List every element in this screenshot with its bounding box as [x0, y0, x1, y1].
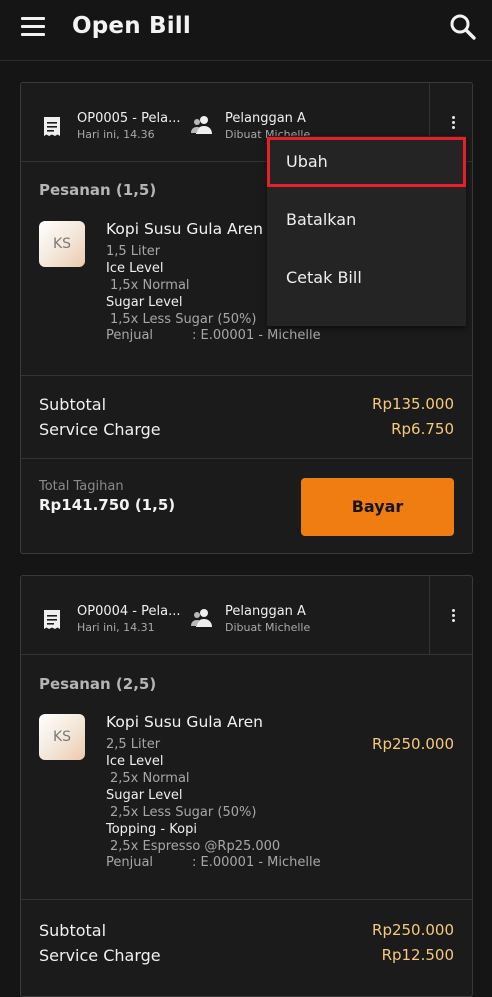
service-charge-value: Rp12.500: [381, 946, 454, 964]
sugar-level-label: Sugar Level: [106, 788, 183, 803]
people-icon: [191, 609, 212, 627]
item-name: Kopi Susu Gula Aren: [106, 713, 263, 731]
search-icon[interactable]: [449, 13, 477, 41]
order-time: Hari ini, 14.36: [77, 128, 155, 141]
ice-level-label: Ice Level: [106, 261, 164, 276]
service-charge-value: Rp6.750: [391, 420, 454, 438]
ice-level-label: Ice Level: [106, 754, 164, 769]
created-by: Dibuat Michelle: [225, 621, 311, 634]
subtotal-label: Subtotal: [39, 921, 107, 940]
order-section-label: Pesanan (2,5): [39, 675, 157, 693]
ice-level-value: 1,5x Normal: [110, 278, 190, 293]
sugar-level-value: 1,5x Less Sugar (50%): [110, 312, 257, 327]
topping-label: Topping - Kopi: [106, 822, 197, 837]
subtotal-value: Rp135.000: [372, 395, 454, 413]
sugar-level-label: Sugar Level: [106, 295, 183, 310]
receipt-icon: [44, 610, 60, 629]
seller-label: Penjual: [106, 855, 154, 870]
bill-card: OP0004 - Pela... Hari ini, 14.31 Pelangg…: [20, 575, 473, 997]
seller-value: : E.00001 - Michelle: [192, 328, 321, 343]
subtotal-value: Rp250.000: [372, 921, 454, 939]
highlight-box: [267, 137, 466, 187]
topping-value: 2,5x Espresso @Rp25.000: [110, 839, 281, 854]
order-section-label: Pesanan (1,5): [39, 181, 157, 199]
divider: [21, 899, 472, 900]
more-options-button[interactable]: [429, 576, 473, 654]
order-number: OP0004 - Pela...: [77, 604, 181, 619]
pay-button[interactable]: Bayar: [301, 478, 454, 536]
kebab-menu-icon: [452, 609, 455, 612]
item-name: Kopi Susu Gula Aren: [106, 220, 263, 238]
product-avatar: KS: [39, 714, 85, 760]
seller-value: : E.00001 - Michelle: [192, 855, 321, 870]
item-qty: 1,5 Liter: [106, 244, 161, 259]
subtotal-label: Subtotal: [39, 395, 107, 414]
divider: [21, 375, 472, 376]
menu-item-label: Batalkan: [286, 210, 357, 229]
item-qty: 2,5 Liter: [106, 737, 161, 752]
ice-level-value: 2,5x Normal: [110, 771, 190, 786]
sugar-level-value: 2,5x Less Sugar (50%): [110, 805, 257, 820]
receipt-icon: [44, 117, 60, 136]
total-bill-value: Rp141.750 (1,5): [39, 496, 176, 514]
order-number: OP0005 - Pela...: [77, 111, 181, 126]
service-charge-label: Service Charge: [39, 946, 161, 965]
customer-name: Pelanggan A: [225, 111, 306, 126]
divider: [21, 458, 472, 459]
service-charge-label: Service Charge: [39, 420, 161, 439]
people-icon: [191, 116, 212, 134]
bill-card-header: OP0004 - Pela... Hari ini, 14.31 Pelangg…: [21, 576, 472, 655]
total-bill-label: Total Tagihan: [39, 479, 124, 494]
product-avatar: KS: [39, 221, 85, 267]
page-title: Open Bill: [72, 13, 191, 39]
menu-item-cetak-bill[interactable]: Cetak Bill: [267, 253, 466, 303]
hamburger-menu-icon[interactable]: [21, 17, 45, 37]
item-price: Rp250.000: [372, 735, 454, 753]
app-bar: Open Bill: [0, 0, 492, 61]
menu-item-batalkan[interactable]: Batalkan: [267, 195, 466, 245]
kebab-menu-icon: [452, 116, 455, 119]
seller-label: Penjual: [106, 328, 154, 343]
menu-item-label: Cetak Bill: [286, 268, 362, 287]
order-time: Hari ini, 14.31: [77, 621, 155, 634]
customer-name: Pelanggan A: [225, 604, 306, 619]
